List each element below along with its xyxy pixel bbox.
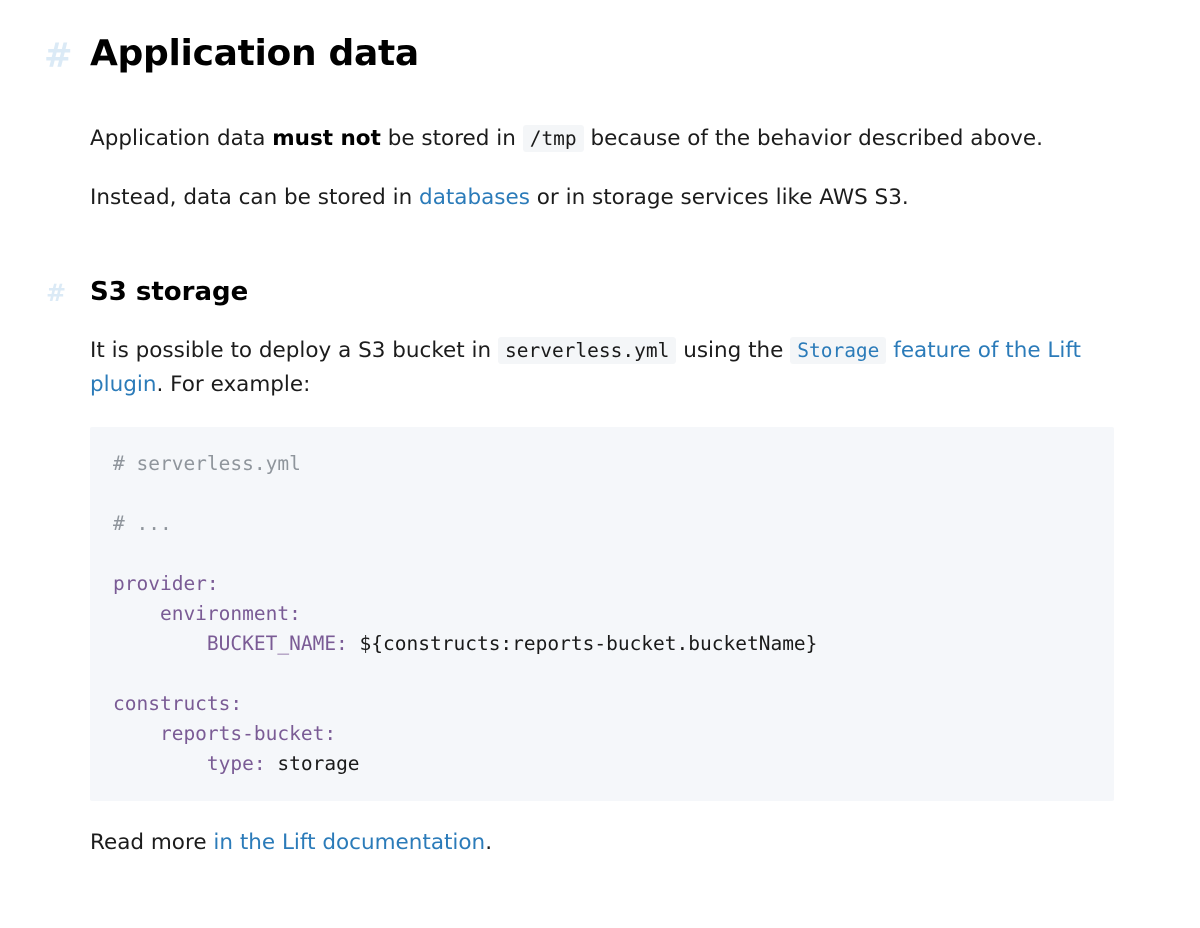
- code-key-type: type:: [113, 752, 266, 775]
- text: . For example:: [156, 372, 311, 397]
- code-line-bucket-name: BUCKET_NAME: ${constructs:reports-bucket…: [113, 629, 818, 659]
- bold-text: must not: [272, 126, 381, 151]
- code-value: storage: [265, 752, 360, 775]
- paragraph-s3-deploy: It is possible to deploy a S3 bucket in …: [90, 334, 1114, 402]
- paragraph-read-more: Read more in the Lift documentation.: [90, 826, 1114, 860]
- inline-code-tmp: /tmp: [522, 125, 584, 152]
- heading-application-data: # Application data: [44, 30, 419, 80]
- code-comment: # ...: [113, 512, 172, 535]
- lift-documentation-link[interactable]: in the Lift documentation: [213, 830, 485, 855]
- inline-code-serverless-yml: serverless.yml: [497, 337, 677, 364]
- heading-anchor-link[interactable]: #: [44, 36, 73, 76]
- databases-link[interactable]: databases: [419, 185, 530, 210]
- text: because of the behavior described above.: [583, 126, 1043, 151]
- code-key-bucket-name: BUCKET_NAME:: [113, 632, 348, 655]
- code-value: ${constructs:reports-bucket.bucketName}: [347, 632, 818, 655]
- text: or in storage services like AWS S3.: [529, 185, 909, 210]
- code-comment: # serverless.yml: [113, 452, 301, 475]
- text: .: [485, 830, 493, 855]
- text: Read more: [90, 830, 214, 855]
- code-line-type: type: storage: [113, 749, 360, 779]
- text: Application data: [90, 126, 273, 151]
- code-key-constructs: constructs:: [113, 692, 243, 715]
- text: It is possible to deploy a S3 bucket in: [90, 338, 498, 363]
- text: using the: [676, 338, 791, 363]
- code-block-serverless-yml: # serverless.yml # ... provider: environ…: [90, 427, 1114, 801]
- paragraph-tmp-warning: Application data must not be stored in /…: [90, 122, 1114, 156]
- heading-anchor-link[interactable]: #: [46, 278, 66, 308]
- paragraph-storage-options: Instead, data can be stored in databases…: [90, 181, 1114, 215]
- code-key-reports-bucket: reports-bucket:: [113, 722, 337, 745]
- inline-code-storage: Storage: [790, 337, 887, 364]
- text: Instead, data can be stored in: [90, 185, 420, 210]
- text: be stored in: [380, 126, 523, 151]
- section-title: S3 storage: [90, 277, 249, 307]
- code-key-environment: environment:: [113, 602, 301, 625]
- code-key-provider: provider:: [113, 572, 219, 595]
- heading-s3-storage: # S3 storage: [46, 272, 249, 312]
- page-title: Application data: [90, 33, 419, 74]
